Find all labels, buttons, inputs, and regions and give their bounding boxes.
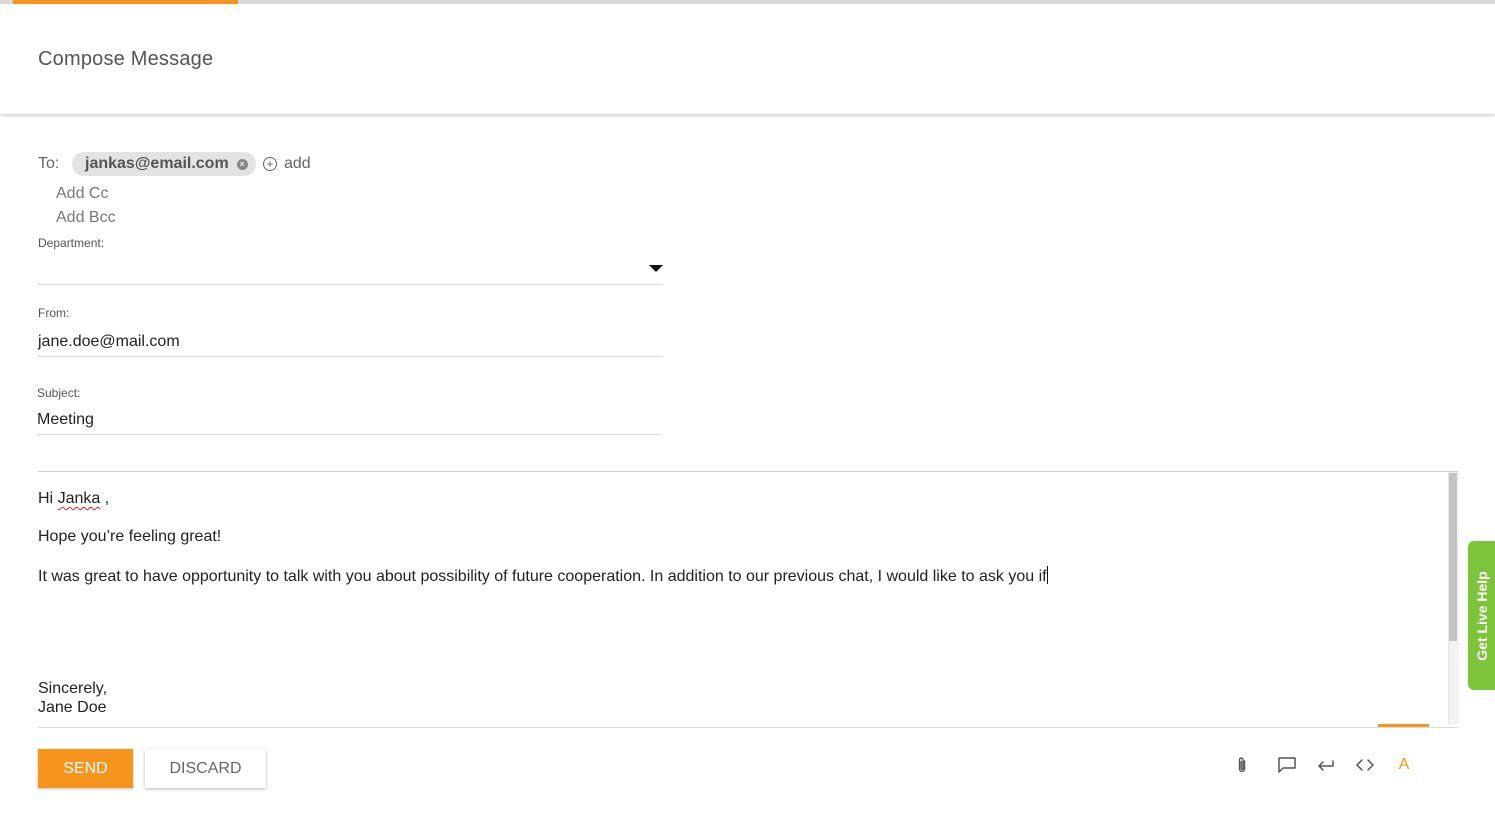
add-recipient-button[interactable]: + add [263, 155, 311, 173]
add-recipient-label: add [284, 155, 311, 172]
attach-button[interactable] [1231, 754, 1253, 776]
dropdown-caret-icon [649, 265, 663, 272]
department-select[interactable] [38, 255, 663, 283]
body-signature: Jane Doe [38, 699, 107, 716]
recipient-chip-email: jankas@email.com [85, 155, 229, 172]
font-color-button[interactable]: A [1393, 754, 1415, 776]
recipient-chip[interactable]: jankas@email.com × [72, 152, 256, 176]
editor-bottom-border [38, 727, 1458, 728]
page-title: Compose Message [38, 48, 214, 70]
subject-underline [37, 434, 662, 435]
add-cc-link[interactable]: Add Cc [56, 185, 108, 203]
body-signoff: Sincerely, [38, 680, 108, 697]
subject-field[interactable]: Meeting [37, 411, 662, 429]
live-help-label: Get Live Help [1473, 570, 1490, 661]
code-button[interactable] [1354, 754, 1376, 776]
font-color-icon: A [1398, 756, 1410, 773]
add-bcc-link[interactable]: Add Bcc [56, 209, 116, 227]
paperclip-icon [1238, 757, 1246, 773]
body-line-2: Hope you’re feeling great! [38, 528, 222, 545]
comment-button[interactable] [1276, 754, 1298, 776]
greeting-name: Janka [57, 490, 101, 507]
compose-header: Compose Message [0, 4, 1495, 114]
get-live-help-tab[interactable]: Get Live Help [1468, 541, 1495, 690]
from-field[interactable]: jane.doe@mail.com [38, 333, 663, 351]
reply-icon [1318, 760, 1334, 771]
plus-circle-icon: + [263, 157, 277, 171]
greeting-suffix: , [100, 490, 110, 507]
message-body-editor[interactable]: Hi Janka , Hope you’re feeling great! It… [38, 472, 1448, 726]
code-icon [1356, 759, 1374, 771]
comment-icon [1278, 757, 1296, 773]
send-button[interactable]: SEND [38, 749, 133, 788]
to-label: To: [38, 155, 60, 172]
from-label: From: [38, 306, 70, 320]
from-underline [38, 356, 663, 357]
reply-button[interactable] [1315, 754, 1337, 776]
body-line-3-text: It was great to have opportunity to talk… [38, 568, 1047, 585]
greeting-prefix: Hi [38, 490, 58, 507]
discard-button[interactable]: DISCARD [145, 749, 266, 788]
department-label: Department: [38, 236, 105, 250]
editor-scrollbar-thumb[interactable] [1449, 473, 1457, 641]
text-cursor [1046, 566, 1048, 584]
chip-remove-icon[interactable]: × [236, 158, 248, 170]
department-underline [38, 284, 663, 285]
subject-label: Subject: [37, 386, 81, 400]
body-line-3: It was great to have opportunity to talk… [38, 566, 1048, 586]
body-greeting: Hi Janka , [38, 490, 109, 508]
editor-resize-accent [1378, 724, 1429, 727]
